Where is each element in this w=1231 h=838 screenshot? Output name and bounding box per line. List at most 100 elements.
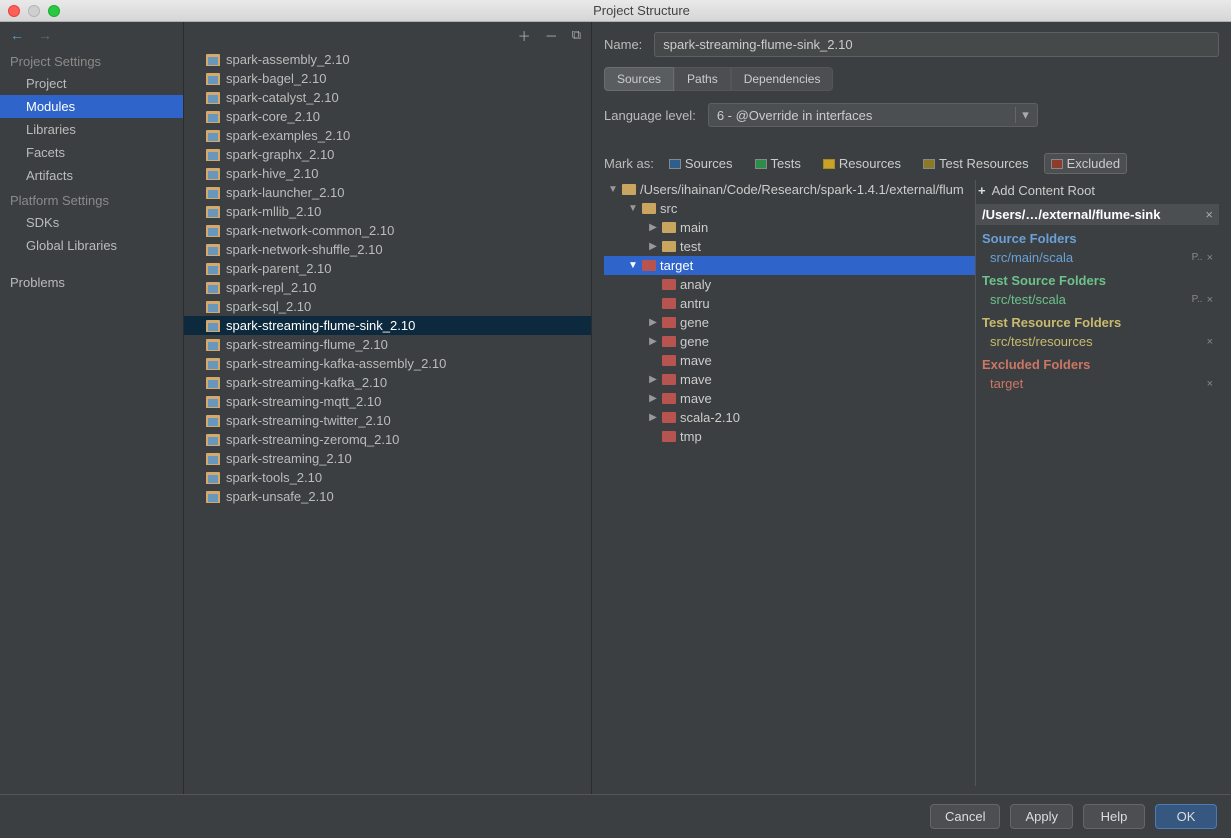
- module-row[interactable]: spark-repl_2.10: [184, 278, 591, 297]
- add-content-root-icon[interactable]: +: [978, 183, 986, 198]
- module-row[interactable]: spark-streaming-twitter_2.10: [184, 411, 591, 430]
- module-row[interactable]: spark-streaming-flume_2.10: [184, 335, 591, 354]
- excluded-folder-item[interactable]: target×: [976, 374, 1219, 393]
- source-folder-item[interactable]: src/main/scalaP..×: [976, 248, 1219, 267]
- add-icon[interactable]: ＋: [518, 26, 531, 45]
- module-icon: [206, 415, 220, 427]
- module-label: spark-unsafe_2.10: [226, 489, 334, 504]
- close-icon[interactable]: ×: [1207, 336, 1213, 348]
- tree-item[interactable]: antru: [680, 296, 710, 311]
- ok-button[interactable]: OK: [1155, 804, 1217, 829]
- sidebar-item-problems[interactable]: Problems: [0, 271, 183, 294]
- apply-button[interactable]: Apply: [1010, 804, 1073, 829]
- module-row[interactable]: spark-mllib_2.10: [184, 202, 591, 221]
- module-row[interactable]: spark-catalyst_2.10: [184, 88, 591, 107]
- name-label: Name:: [604, 37, 642, 52]
- test-resource-folder-item[interactable]: src/test/resources×: [976, 332, 1219, 351]
- module-row[interactable]: spark-unsafe_2.10: [184, 487, 591, 506]
- folder-tree[interactable]: ▼/Users/ihainan/Code/Research/spark-1.4.…: [604, 180, 975, 786]
- tree-item-test[interactable]: test: [680, 239, 701, 254]
- help-button[interactable]: Help: [1083, 804, 1145, 829]
- language-level-select[interactable]: 6 - @Override in interfaces ▾: [708, 103, 1038, 127]
- minimize-window-icon[interactable]: [28, 5, 40, 17]
- tree-item[interactable]: mave: [680, 353, 712, 368]
- tab-sources[interactable]: Sources: [604, 67, 674, 91]
- module-row[interactable]: spark-tools_2.10: [184, 468, 591, 487]
- folder-red-icon: [662, 298, 676, 309]
- tree-item[interactable]: analy: [680, 277, 711, 292]
- close-icon[interactable]: ×: [1207, 294, 1213, 306]
- sidebar-item-project[interactable]: Project: [0, 72, 183, 95]
- module-row[interactable]: spark-assembly_2.10: [184, 50, 591, 69]
- tree-item-target[interactable]: target: [660, 258, 693, 273]
- close-window-icon[interactable]: [8, 5, 20, 17]
- folder-red-icon: [662, 393, 676, 404]
- module-row[interactable]: spark-streaming-zeromq_2.10: [184, 430, 591, 449]
- sidebar-item-facets[interactable]: Facets: [0, 141, 183, 164]
- test-resource-folders-header: Test Resource Folders: [976, 309, 1219, 332]
- tree-item[interactable]: mave: [680, 391, 712, 406]
- tree-item[interactable]: scala-2.10: [680, 410, 740, 425]
- cancel-button[interactable]: Cancel: [930, 804, 1000, 829]
- mark-tests-button[interactable]: Tests: [748, 153, 808, 174]
- back-icon[interactable]: ←: [10, 27, 24, 43]
- mark-sources-button[interactable]: Sources: [662, 153, 740, 174]
- module-row[interactable]: spark-network-common_2.10: [184, 221, 591, 240]
- module-label: spark-network-common_2.10: [226, 223, 394, 238]
- module-row[interactable]: spark-hive_2.10: [184, 164, 591, 183]
- module-row[interactable]: spark-launcher_2.10: [184, 183, 591, 202]
- folder-red-icon: [1051, 159, 1063, 169]
- module-row[interactable]: spark-parent_2.10: [184, 259, 591, 278]
- module-icon: [206, 301, 220, 313]
- module-icon: [206, 282, 220, 294]
- tree-item[interactable]: gene: [680, 315, 709, 330]
- mark-test-resources-button[interactable]: Test Resources: [916, 153, 1036, 174]
- module-row[interactable]: spark-streaming_2.10: [184, 449, 591, 468]
- module-label: spark-parent_2.10: [226, 261, 332, 276]
- sidebar-item-modules[interactable]: Modules: [0, 95, 183, 118]
- tree-item-main[interactable]: main: [680, 220, 708, 235]
- module-row[interactable]: spark-sql_2.10: [184, 297, 591, 316]
- excluded-folders-header: Excluded Folders: [976, 351, 1219, 374]
- tree-item-src[interactable]: src: [660, 201, 677, 216]
- sidebar-item-global-libraries[interactable]: Global Libraries: [0, 234, 183, 257]
- tree-root[interactable]: /Users/ihainan/Code/Research/spark-1.4.1…: [640, 182, 964, 197]
- tree-item[interactable]: mave: [680, 372, 712, 387]
- sidebar-item-artifacts[interactable]: Artifacts: [0, 164, 183, 187]
- module-label: spark-network-shuffle_2.10: [226, 242, 383, 257]
- window-title: Project Structure: [60, 3, 1223, 18]
- mark-excluded-button[interactable]: Excluded: [1044, 153, 1127, 174]
- chevron-down-icon: ▾: [1015, 107, 1029, 123]
- close-icon[interactable]: ×: [1207, 252, 1213, 264]
- folder-red-icon: [662, 336, 676, 347]
- module-row[interactable]: spark-network-shuffle_2.10: [184, 240, 591, 259]
- remove-content-root-icon[interactable]: ×: [1205, 207, 1213, 222]
- add-content-root-label[interactable]: Add Content Root: [992, 183, 1095, 198]
- tab-dependencies[interactable]: Dependencies: [731, 67, 834, 91]
- tree-item[interactable]: tmp: [680, 429, 702, 444]
- close-icon[interactable]: ×: [1207, 378, 1213, 390]
- module-row[interactable]: spark-streaming-mqtt_2.10: [184, 392, 591, 411]
- module-row[interactable]: spark-streaming-kafka_2.10: [184, 373, 591, 392]
- forward-icon[interactable]: →: [38, 27, 52, 43]
- remove-icon[interactable]: －: [545, 26, 558, 45]
- module-row[interactable]: spark-streaming-flume-sink_2.10: [184, 316, 591, 335]
- module-label: spark-streaming-twitter_2.10: [226, 413, 391, 428]
- copy-icon[interactable]: ⧉: [572, 27, 581, 43]
- tree-item[interactable]: gene: [680, 334, 709, 349]
- module-row[interactable]: spark-core_2.10: [184, 107, 591, 126]
- content-root-row[interactable]: /Users/…/external/flume-sink ×: [976, 204, 1219, 225]
- module-list-panel: ＋ － ⧉ spark-assembly_2.10spark-bagel_2.1…: [184, 22, 592, 794]
- tab-paths[interactable]: Paths: [674, 67, 731, 91]
- module-row[interactable]: spark-bagel_2.10: [184, 69, 591, 88]
- zoom-window-icon[interactable]: [48, 5, 60, 17]
- sidebar-item-sdks[interactable]: SDKs: [0, 211, 183, 234]
- test-source-folder-item[interactable]: src/test/scalaP..×: [976, 290, 1219, 309]
- module-row[interactable]: spark-streaming-kafka-assembly_2.10: [184, 354, 591, 373]
- module-row[interactable]: spark-examples_2.10: [184, 126, 591, 145]
- mark-resources-button[interactable]: Resources: [816, 153, 908, 174]
- module-name-input[interactable]: [654, 32, 1219, 57]
- module-row[interactable]: spark-graphx_2.10: [184, 145, 591, 164]
- sidebar-item-libraries[interactable]: Libraries: [0, 118, 183, 141]
- window-controls: [8, 5, 60, 17]
